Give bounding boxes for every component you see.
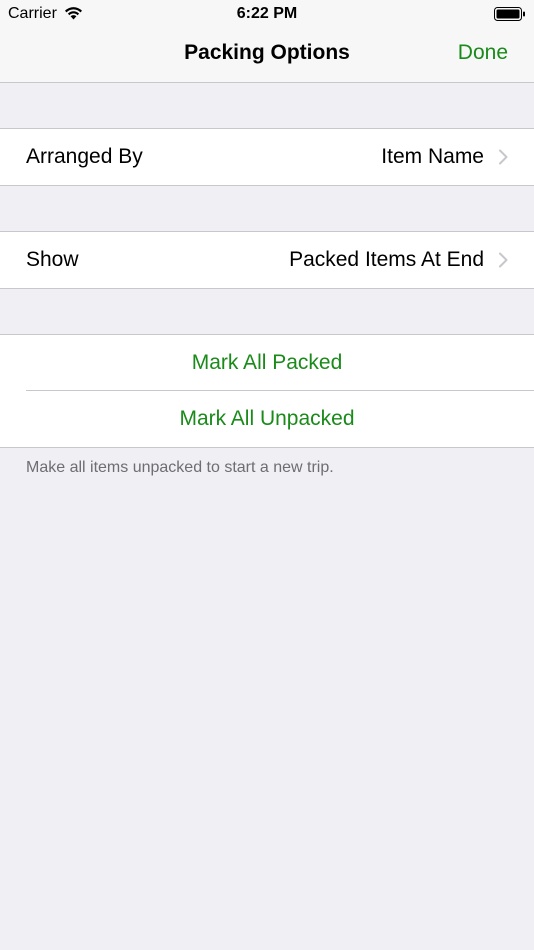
show-section: Show Packed Items At End [0, 231, 534, 289]
battery-icon [494, 7, 525, 21]
arranged-by-label: Arranged By [26, 145, 143, 168]
section-footer-note: Make all items unpacked to start a new t… [26, 459, 334, 476]
status-time: 6:22 PM [236, 5, 298, 22]
page-title: Packing Options [184, 41, 350, 64]
show-label: Show [26, 248, 79, 271]
show-value: Packed Items At End [289, 248, 484, 271]
arranged-by-row[interactable]: Arranged By Item Name [0, 129, 534, 185]
mark-all-packed-button[interactable]: Mark All Packed [0, 335, 534, 391]
mark-all-unpacked-label: Mark All Unpacked [179, 407, 355, 430]
show-row[interactable]: Show Packed Items At End [0, 232, 534, 288]
chevron-right-icon [499, 149, 508, 165]
arranged-by-value: Item Name [381, 145, 484, 168]
actions-section: Mark All Packed Mark All Unpacked [0, 334, 534, 448]
chevron-right-icon [499, 252, 508, 268]
navigation-bar: Packing Options Done [0, 28, 534, 83]
header: Carrier 6:22 PM Packing Options Done [0, 0, 534, 83]
mark-all-unpacked-button[interactable]: Mark All Unpacked [0, 391, 534, 447]
status-bar: Carrier 6:22 PM [0, 0, 534, 28]
done-button[interactable]: Done [458, 41, 508, 65]
packing-options-screen: Carrier 6:22 PM Packing Options Done Arr… [0, 0, 534, 950]
arranged-by-section: Arranged By Item Name [0, 128, 534, 186]
mark-all-packed-label: Mark All Packed [191, 351, 343, 374]
